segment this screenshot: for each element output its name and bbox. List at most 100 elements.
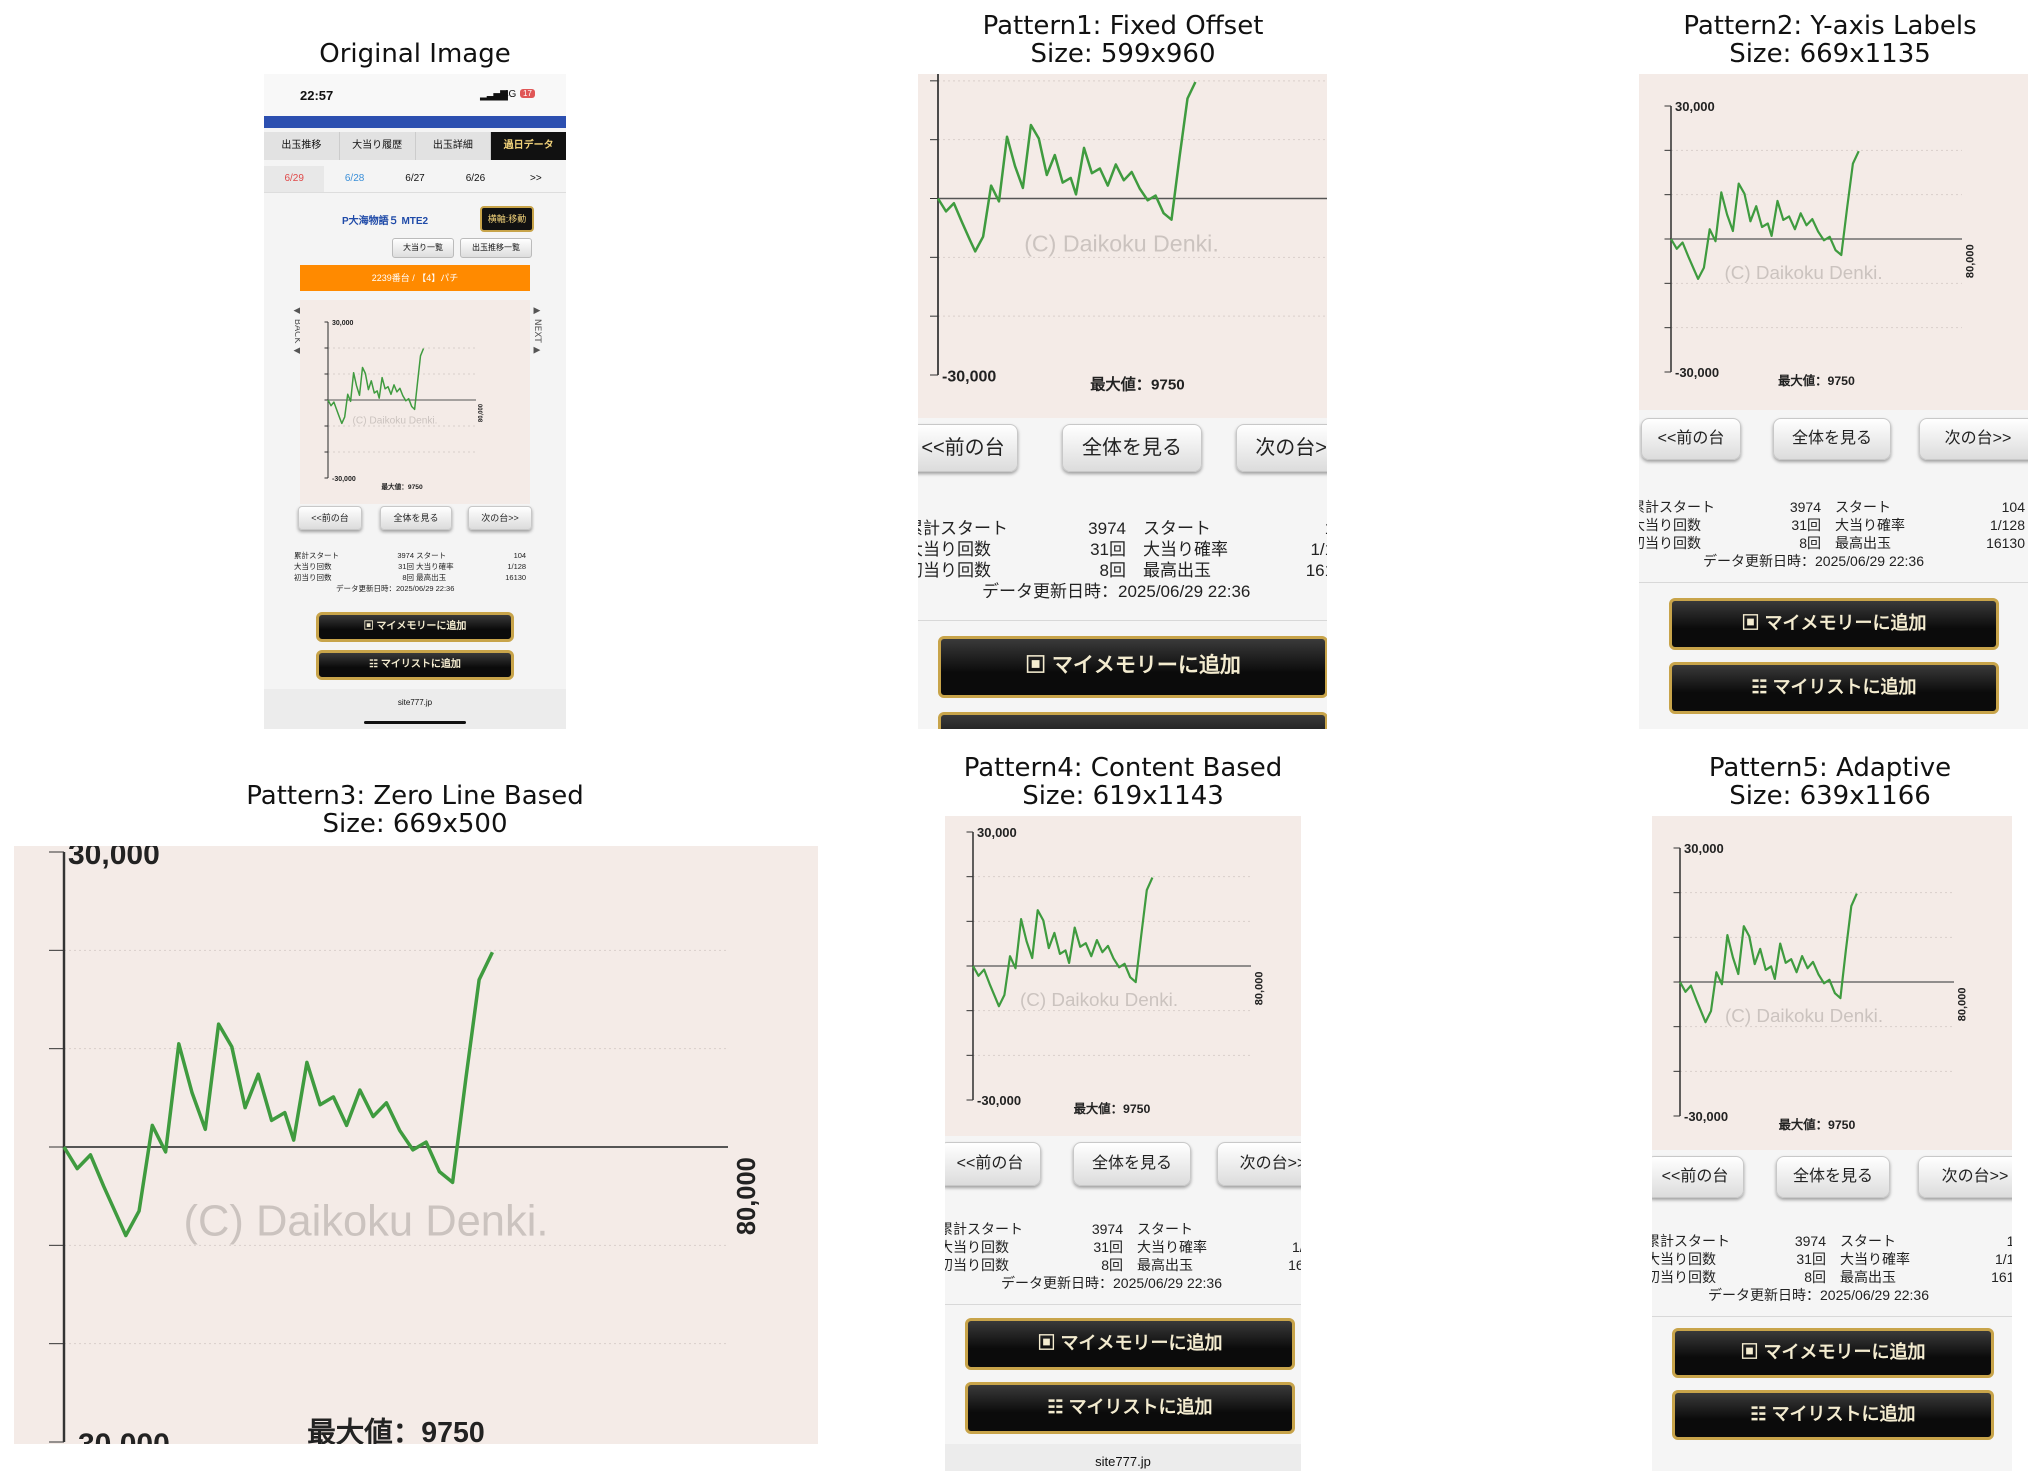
date-tab-1[interactable]: 6/29 [264, 166, 325, 192]
pattern4-size: Size: 619x1143 [1022, 781, 1224, 811]
date-tab-4[interactable]: 6/26 [445, 166, 505, 192]
stats-block: 累計スタート 3974 スタート 104 大当り回数 31回 大当り確率 1/128 初… [294, 550, 546, 594]
stats-row-2: 大当り回数 31回 大当り確率 1/128 [294, 562, 527, 571]
p4-stats-row-1: 累計スタート3974 スタート104 [945, 1221, 1193, 1237]
pattern1-graph: 30,000-30,00080,000(C) Daikoku Denki.最大値… [918, 74, 1327, 418]
watermark: (C) Daikoku Denki. [353, 415, 438, 426]
p2-add-to-my-list-button[interactable]: ☷ マイリストに追加 [1669, 662, 1999, 714]
tab-output-trend[interactable]: 出玉推移 [264, 132, 340, 160]
p4-memory-icon: ▣ [1037, 1333, 1061, 1353]
tab-past-data[interactable]: 過日データ [491, 132, 566, 160]
series-line [972, 877, 1154, 1008]
p4-divider [945, 1304, 1301, 1305]
output-trend-list-button[interactable]: 出玉推移一覧 [460, 238, 532, 258]
original-graph: 30,000 -30,000 80,000 (C) Daikoku Denki. 最大値… [300, 300, 530, 504]
p4-next-machine-button[interactable]: 次の台>> [1217, 1142, 1301, 1186]
date-bar: 6/29 6/28 6/27 6/26 >> [264, 166, 566, 193]
p5-view-all-button[interactable]: 全体を見る [1776, 1156, 1890, 1198]
p4-add-to-my-list-button[interactable]: ☷ マイリストに追加 [965, 1382, 1295, 1434]
pattern2-graph: 30,000 -30,000 80,000 (C) Daikoku Denki. 最大値… [1639, 74, 2028, 410]
pattern2-graph-svg: 30,000 -30,000 80,000 (C) Daikoku Denki. 最大値… [1664, 99, 1977, 388]
next-arrow-icon[interactable]: ▶ NEXT ▶ [532, 306, 542, 356]
p2-view-all-button[interactable]: 全体を見る [1773, 418, 1891, 460]
p2-stats-row-2: 大当り回数31回 大当り確率1/128 [1639, 517, 2025, 533]
pattern5-size: Size: 639x1166 [1729, 781, 1931, 811]
original-phone-screenshot: 22:57 ▂▃▅▇ 4G 17 出玉推移 大当り履歴 出玉詳細 過日データ 6… [264, 74, 566, 729]
memory-icon: ▣ [363, 621, 377, 632]
p1-add-to-my-memory-button[interactable]: ▣ マイメモリーに追加 [938, 636, 1327, 698]
p2-add-to-my-memory-button[interactable]: ▣ マイメモリーに追加 [1669, 598, 1999, 650]
jackpot-list-button[interactable]: 大当り一覧 [392, 238, 454, 258]
max-value-label: 最大値：9750 [307, 1417, 484, 1444]
p4-add-to-my-memory-button[interactable]: ▣ マイメモリーに追加 [965, 1318, 1295, 1370]
prev-machine-button[interactable]: <<前の台 [298, 506, 362, 530]
tab-output-detail[interactable]: 出玉詳細 [416, 132, 492, 160]
p4-list-icon: ☷ [1047, 1397, 1069, 1417]
stats-row-1: 累計スタート 3974 スタート 104 [294, 551, 527, 560]
p1-divider [918, 620, 1327, 621]
stats-row-3: 初当り回数 8回 最高出玉 16130 [294, 573, 527, 582]
next-machine-button[interactable]: 次の台>> [468, 506, 532, 530]
p2-prev-machine-button[interactable]: <<前の台 [1641, 418, 1741, 460]
date-next-link[interactable]: >> [506, 166, 566, 192]
p2-stats-block: 累計スタート3974 スタート104 大当り回数31回 大当り確率1/128 初… [1639, 498, 2025, 570]
max-value-label: 最大値：9750 [1090, 375, 1185, 393]
p1-stats-row-1: 累計スタート3974 スタート104 [918, 519, 1327, 538]
watermark: (C) Daikoku Denki. [1020, 989, 1178, 1010]
p4-view-all-button[interactable]: 全体を見る [1073, 1142, 1191, 1186]
pattern3-size: Size: 669x500 [322, 809, 508, 839]
max-value-label: 最大値：9750 [1074, 1101, 1151, 1116]
pattern4-graph: 30,000 -30,000 80,000 (C) Daikoku Denki. 最大値… [945, 816, 1301, 1136]
p2-list-icon: ☷ [1751, 677, 1773, 697]
p5-add-to-my-memory-button[interactable]: ▣ マイメモリーに追加 [1672, 1328, 1994, 1378]
next-label: NEXT [532, 318, 542, 343]
p5-add-to-my-list-button[interactable]: ☷ マイリストに追加 [1672, 1390, 1994, 1440]
p1-prev-machine-button[interactable]: <<前の台 [918, 424, 1018, 472]
y-min-label: -30,000 [1675, 365, 1719, 380]
y-max-label: 30,000 [1684, 841, 1724, 856]
pattern2-crop: 30,000 -30,000 80,000 (C) Daikoku Denki. 最大値… [1639, 74, 2028, 729]
axis-move-button[interactable]: 横軸:移動 [480, 206, 534, 232]
tab-jackpot-history[interactable]: 大当り履歴 [340, 132, 416, 160]
p1-stats-row-2: 大当り回数31回 大当り確率1/128 [918, 540, 1327, 559]
right-axis-label: 80,000 [1957, 987, 1969, 1021]
p1-next-machine-button[interactable]: 次の台>> [1236, 424, 1327, 472]
series-line [1670, 150, 1860, 280]
browser-footer: site777.jp [264, 689, 566, 729]
pattern2-size: Size: 669x1135 [1729, 39, 1931, 69]
list-icon: ☷ [369, 659, 381, 670]
right-axis-label: 80,000 [733, 1157, 761, 1235]
original-panel-title: Original Image [319, 39, 511, 69]
pattern3-graph-svg: 30,000 -30,000 80,000 (C) Daikoku Denki. 最大値… [49, 846, 761, 1444]
right-axis-label: 80,000 [1965, 244, 1977, 278]
pattern1-crop: 30,000-30,00080,000(C) Daikoku Denki.最大値… [918, 74, 1327, 729]
status-bar: 22:57 ▂▃▅▇ 4G 17 [264, 74, 566, 116]
p2-stats-updated: データ更新日時：2025/06/29 22:36 [1703, 553, 1924, 569]
p4-prev-machine-button[interactable]: <<前の台 [945, 1142, 1041, 1186]
p5-stats-row-1: 累計スタート3974 スタート104 [1652, 1233, 2012, 1249]
pattern5-graph: 30,000 -30,000 80,000 (C) Daikoku Denki. 最大値… [1652, 816, 2012, 1150]
max-value-label: 最大値：9750 [1779, 1117, 1856, 1132]
pattern1-size: Size: 599x960 [1030, 39, 1216, 69]
p5-stats-row-2: 大当り回数31回 大当り確率1/128 [1652, 1251, 2012, 1267]
view-all-button[interactable]: 全体を見る [380, 506, 452, 530]
p2-stats-row-3: 初当り回数8回 最高出玉16130 [1639, 535, 2025, 551]
p2-memory-icon: ▣ [1741, 613, 1765, 633]
date-tab-2[interactable]: 6/28 [324, 166, 384, 192]
p5-divider [1652, 1316, 2012, 1317]
y-min-label: -30,000 [942, 368, 996, 385]
status-time: 22:57 [300, 88, 334, 103]
add-to-my-memory-button[interactable]: ▣ マイメモリーに追加 [316, 612, 514, 642]
series-line [936, 81, 1197, 253]
p1-view-all-button[interactable]: 全体を見る [1062, 424, 1202, 472]
date-tab-3[interactable]: 6/27 [385, 166, 445, 192]
p2-next-machine-button[interactable]: 次の台>> [1919, 418, 2028, 460]
p2-divider [1639, 582, 2028, 583]
p5-prev-machine-button[interactable]: <<前の台 [1652, 1156, 1744, 1198]
p5-list-icon: ☷ [1750, 1404, 1772, 1424]
series-line [1679, 893, 1858, 1024]
p1-add-to-my-list-button[interactable]: ☷ マイリストに追加 [938, 712, 1327, 729]
add-to-my-list-button[interactable]: ☷ マイリストに追加 [316, 650, 514, 680]
p5-next-machine-button[interactable]: 次の台>> [1918, 1156, 2012, 1198]
max-value-label: 最大値：9750 [1778, 373, 1855, 388]
